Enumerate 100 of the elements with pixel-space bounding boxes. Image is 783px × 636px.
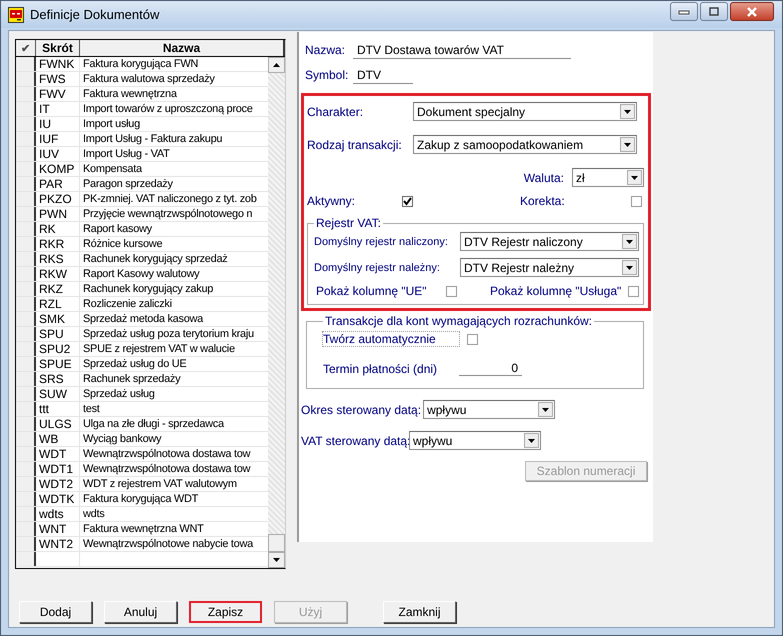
row-selector[interactable] [16, 72, 36, 86]
row-selector[interactable] [16, 57, 36, 71]
checkbox[interactable] [402, 196, 413, 206]
table-cell: KOMP [36, 162, 80, 176]
table-cell: PKZO [36, 192, 80, 206]
row-selector[interactable] [16, 297, 36, 311]
field-label: Domyślny rejestr należny: [314, 262, 441, 274]
table-cell-text: wdts [82, 507, 106, 521]
table-cell: RKW [36, 267, 80, 281]
period-date-dropdown[interactable]: wpływu [423, 400, 556, 419]
vat-date-dropdown[interactable]: wpływu [409, 431, 541, 450]
row-selector[interactable] [16, 222, 36, 236]
table-cell-text: Faktura wewnętrzna [82, 87, 178, 101]
window-title: Definicje Dokumentów [30, 7, 160, 22]
field-label: Termin płatności (dni) [323, 362, 438, 376]
row-selector[interactable] [16, 402, 36, 416]
row-selector[interactable] [16, 432, 36, 446]
scrollbar[interactable] [268, 57, 285, 568]
row-selector[interactable] [16, 87, 36, 101]
column-header[interactable]: ✔ [16, 40, 36, 56]
dialog-button[interactable]: Zapisz [189, 601, 262, 623]
table-cell-text: Sprzedaż usług do UE [82, 357, 188, 371]
symbol-field[interactable]: DTV [353, 66, 413, 84]
table-cell: RKZ [36, 282, 80, 296]
table-cell-text: Import Usług - Faktura zakupu [82, 132, 224, 146]
input-register-dropdown[interactable]: DTV Rejestr naliczony [460, 232, 640, 251]
dialog-button[interactable]: Zamknij [383, 601, 456, 623]
dropdown-arrow-icon [624, 110, 631, 114]
row-selector[interactable] [16, 147, 36, 161]
name-field[interactable]: DTV Dostawa towarów VAT [353, 42, 571, 58]
table-cell: RKS [36, 252, 80, 266]
checkbox[interactable] [628, 286, 640, 296]
row-selector[interactable] [16, 372, 36, 386]
row-selector[interactable] [16, 132, 36, 146]
maximize-icon [708, 6, 720, 16]
field-label: Korekta: [520, 194, 566, 208]
column-header[interactable]: Skrót [36, 40, 80, 56]
row-selector[interactable] [16, 192, 36, 206]
row-selector[interactable] [16, 207, 36, 221]
table-cell-text: Wyciąg bankowy [82, 432, 162, 446]
character-dropdown[interactable]: Dokument specjalny [413, 102, 637, 121]
column-header[interactable]: Nazwa [80, 40, 285, 56]
table-cell-text: Sprzedaż usług [82, 387, 156, 401]
row-selector[interactable] [16, 492, 36, 506]
row-selector[interactable] [16, 447, 36, 461]
row-selector[interactable] [16, 537, 36, 551]
row-selector[interactable] [16, 102, 36, 116]
transaction-type-dropdown[interactable]: Zakup z samoopodatkowaniem [413, 135, 637, 154]
table-cell: SRS [36, 372, 80, 386]
payment-term-field[interactable]: 0 [459, 360, 522, 376]
row-selector[interactable] [16, 162, 36, 176]
table-cell: IUF [36, 132, 80, 146]
row-selector[interactable] [16, 177, 36, 191]
row-selector[interactable] [16, 312, 36, 326]
dialog-button[interactable]: Anuluj [104, 601, 177, 623]
table-cell-text: Raport Kasowy walutowy [82, 267, 200, 281]
table-cell-text: Sprzedaż usług poza terytorium kraju [82, 327, 255, 341]
row-selector[interactable] [16, 552, 36, 566]
row-selector[interactable] [16, 237, 36, 251]
down-arrow-icon [273, 558, 280, 562]
row-selector[interactable] [16, 507, 36, 521]
row-selector[interactable] [16, 477, 36, 491]
field-label: Aktywny: [307, 194, 356, 208]
row-selector[interactable] [16, 252, 36, 266]
row-selector[interactable] [16, 342, 36, 356]
close-button[interactable] [730, 2, 774, 21]
row-selector[interactable] [16, 327, 36, 341]
table-cell-text: Rachunek korygujący zakup [82, 282, 214, 296]
table-cell-text: Import towarów z uproszczoną proce [82, 102, 254, 116]
row-selector[interactable] [16, 522, 36, 536]
table-cell: IUV [36, 147, 80, 161]
table-cell-text: Import Usług - VAT [82, 147, 171, 161]
checkbox[interactable] [631, 196, 642, 206]
table-cell: ULGS [36, 417, 80, 431]
row-selector[interactable] [16, 417, 36, 431]
output-register-dropdown[interactable]: DTV Rejestr należny [460, 258, 640, 277]
table-cell: FWV [36, 87, 80, 101]
field-label: Okres sterowany datą: [301, 402, 422, 416]
minimize-icon [678, 8, 690, 14]
dropdown-arrow-icon [528, 438, 535, 442]
dialog-button[interactable]: Dodaj [19, 601, 92, 623]
checkbox[interactable] [467, 334, 478, 344]
row-selector[interactable] [16, 267, 36, 281]
row-selector[interactable] [16, 462, 36, 476]
table-cell-text: Sprzedaż metoda kasowa [82, 312, 204, 326]
checkbox[interactable] [446, 286, 457, 296]
checkbox-label[interactable]: Twórz automatycznie [323, 332, 459, 346]
table-cell: PWN [36, 207, 80, 221]
table-cell-text: WDT z rejestrem VAT walutowym [82, 477, 238, 491]
row-selector[interactable] [16, 387, 36, 401]
field-label: Rodzaj transakcji: [307, 138, 403, 152]
currency-dropdown[interactable]: zł [572, 168, 644, 187]
row-selector[interactable] [16, 117, 36, 131]
row-selector[interactable] [16, 357, 36, 371]
table-cell-text: test [82, 402, 101, 416]
minimize-button[interactable] [670, 2, 698, 21]
maximize-button[interactable] [700, 2, 728, 21]
scroll-thumb[interactable] [268, 534, 285, 552]
field-label: Charakter: [307, 104, 364, 118]
row-selector[interactable] [16, 282, 36, 296]
